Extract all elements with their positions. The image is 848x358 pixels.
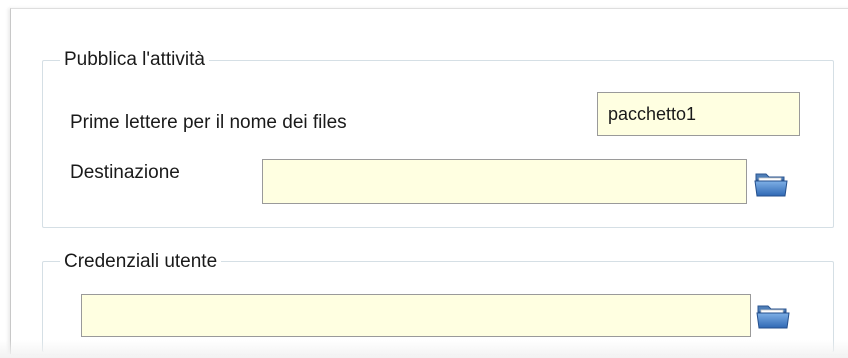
destination-label: Destinazione bbox=[70, 162, 180, 183]
publish-activity-group-title: Pubblica l'attività bbox=[60, 49, 209, 71]
destination-browse-button[interactable] bbox=[754, 168, 788, 198]
file-prefix-label: Prime lettere per il nome dei files bbox=[70, 112, 347, 133]
file-prefix-input[interactable] bbox=[597, 92, 800, 136]
bottom-edge-shadow bbox=[0, 340, 848, 358]
credentials-browse-button[interactable] bbox=[756, 300, 790, 330]
folder-icon bbox=[754, 173, 788, 197]
destination-input[interactable] bbox=[262, 159, 747, 204]
folder-icon bbox=[756, 305, 790, 329]
credentials-path-input[interactable] bbox=[81, 294, 751, 337]
user-credentials-group-title: Credenziali utente bbox=[60, 251, 222, 273]
dialog-screen: { "publish_group": { "title": "Pubblica … bbox=[0, 0, 848, 358]
